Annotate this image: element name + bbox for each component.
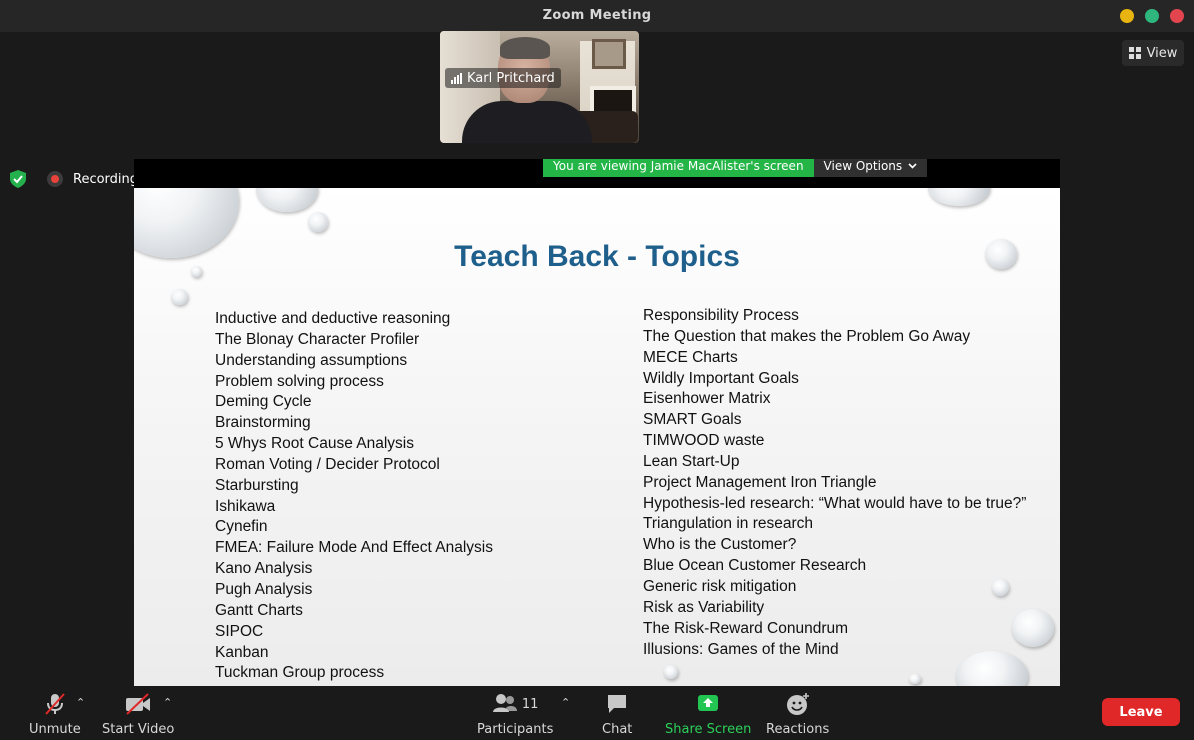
view-options-label: View Options xyxy=(823,159,903,173)
leave-meeting-button[interactable]: Leave xyxy=(1102,698,1180,726)
chat-button[interactable]: Chat xyxy=(602,692,632,737)
topic-item: Triangulation in research xyxy=(643,515,814,533)
topic-item: Ishikawa xyxy=(215,497,276,515)
video-off-icon xyxy=(126,693,151,715)
record-icon xyxy=(47,171,63,187)
chat-icon xyxy=(608,695,627,713)
topic-item: Illusions: Games of the Mind xyxy=(643,640,839,658)
topic-item: Generic risk mitigation xyxy=(643,577,797,595)
participant-body xyxy=(462,101,592,143)
shared-screen[interactable]: Teach Back - Topics Inductive and deduct… xyxy=(134,159,1060,686)
topic-item: FMEA: Failure Mode And Effect Analysis xyxy=(215,539,493,557)
topic-item: Lean Start-Up xyxy=(643,452,740,470)
topics-list-right: Responsibility Process The Question that … xyxy=(643,306,1026,660)
topic-item: Blue Ocean Customer Research xyxy=(643,557,867,575)
participants-options-chevron-icon[interactable]: ⌃ xyxy=(561,696,570,709)
view-button-label: View xyxy=(1146,45,1178,61)
grid-icon xyxy=(1128,47,1141,59)
topic-item: Gantt Charts xyxy=(215,601,303,619)
topic-item: SIPOC xyxy=(215,622,264,640)
topics-list-left: Inductive and deductive reasoning The Blo… xyxy=(215,309,493,684)
topic-item: Risk as Variability xyxy=(643,598,765,616)
video-background-mirror xyxy=(592,39,626,69)
participants-button[interactable]: 11 Participants xyxy=(477,692,553,737)
slide-title: Teach Back - Topics xyxy=(454,240,740,273)
topic-item: Roman Voting / Decider Protocol xyxy=(215,455,440,473)
topic-item: Cynefin xyxy=(215,518,268,536)
participants-icon xyxy=(492,694,517,712)
droplet-decoration xyxy=(308,212,328,232)
topic-item: Kanban xyxy=(215,643,269,661)
maximize-button[interactable] xyxy=(1145,9,1159,23)
view-button[interactable]: View xyxy=(1122,40,1184,66)
view-options-button[interactable]: View Options xyxy=(813,159,928,177)
window-title: Zoom Meeting xyxy=(542,8,652,23)
topic-item: Pugh Analysis xyxy=(215,580,313,598)
topic-item: Project Management Iron Triangle xyxy=(643,473,877,491)
presentation-slide: Teach Back - Topics Inductive and deduct… xyxy=(134,188,1060,686)
screen-share-banner: You are viewing Jamie MacAlister's scree… xyxy=(543,159,928,177)
chevron-down-icon xyxy=(908,163,917,169)
topic-item: Brainstorming xyxy=(215,414,311,432)
participant-name-tag: Karl Pritchard xyxy=(445,68,561,88)
topic-item: Problem solving process xyxy=(215,372,384,390)
topic-item: TIMWOOD waste xyxy=(643,432,765,450)
topic-item: Responsibility Process xyxy=(643,307,799,324)
topic-item: Hypothesis-led research: “What would hav… xyxy=(643,494,1027,512)
viewing-screen-notice: You are viewing Jamie MacAlister's scree… xyxy=(543,159,814,177)
chat-label: Chat xyxy=(602,722,633,737)
topic-item: Eisenhower Matrix xyxy=(643,390,771,408)
droplet-decoration xyxy=(256,188,318,212)
topic-item: Starbursting xyxy=(215,476,299,494)
share-screen-icon xyxy=(698,695,719,711)
security-shield-icon[interactable] xyxy=(10,170,26,188)
close-window-button[interactable] xyxy=(1170,9,1184,23)
topic-item: Kano Analysis xyxy=(215,560,313,578)
droplet-decoration xyxy=(928,188,990,206)
share-screen-button[interactable]: Share Screen xyxy=(665,692,751,737)
topic-item: The Question that makes the Problem Go A… xyxy=(643,327,971,345)
signal-strength-icon xyxy=(451,72,462,84)
reactions-smiley-icon xyxy=(786,693,809,715)
audio-options-chevron-icon[interactable]: ⌃ xyxy=(76,696,85,709)
topic-item: MECE Charts xyxy=(643,348,738,366)
video-options-chevron-icon[interactable]: ⌃ xyxy=(163,696,172,709)
topic-item: 5 Whys Root Cause Analysis xyxy=(215,435,415,453)
recording-indicator[interactable]: Recording xyxy=(47,171,138,187)
topic-item: Wildly Important Goals xyxy=(643,369,799,387)
participants-count: 11 xyxy=(521,696,539,712)
topic-item: Tuckman Group process xyxy=(215,664,385,682)
droplet-decoration xyxy=(171,289,188,305)
participant-name: Karl Pritchard xyxy=(467,70,555,86)
reactions-label: Reactions xyxy=(766,722,830,737)
muted-microphone-icon xyxy=(45,693,65,715)
window-titlebar: Zoom Meeting xyxy=(0,0,1194,32)
unmute-label: Unmute xyxy=(29,722,81,737)
topic-item: Understanding assumptions xyxy=(215,351,408,369)
meeting-toolbar: Unmute ⌃ Start Video ⌃ 11 Participants ⌃… xyxy=(0,686,1194,740)
topic-item: Deming Cycle xyxy=(215,393,312,411)
share-screen-label: Share Screen xyxy=(665,722,752,737)
participants-label: Participants xyxy=(477,722,554,737)
participant-hair xyxy=(500,37,550,59)
topic-item: SMART Goals xyxy=(643,411,742,429)
topic-item: Who is the Customer? xyxy=(643,536,797,554)
participant-video-thumbnail[interactable]: Karl Pritchard xyxy=(440,31,639,143)
start-video-label: Start Video xyxy=(102,722,175,737)
recording-label: Recording xyxy=(73,171,139,187)
minimize-button[interactable] xyxy=(1120,9,1134,23)
droplet-decoration xyxy=(909,674,921,684)
reactions-button[interactable]: Reactions xyxy=(766,692,829,737)
topic-item: Inductive and deductive reasoning xyxy=(215,310,451,327)
topic-item: The Risk-Reward Conundrum xyxy=(643,619,849,637)
topic-item: The Blonay Character Profiler xyxy=(215,330,420,348)
unmute-button[interactable]: Unmute xyxy=(29,692,81,737)
droplet-decoration xyxy=(664,665,678,679)
